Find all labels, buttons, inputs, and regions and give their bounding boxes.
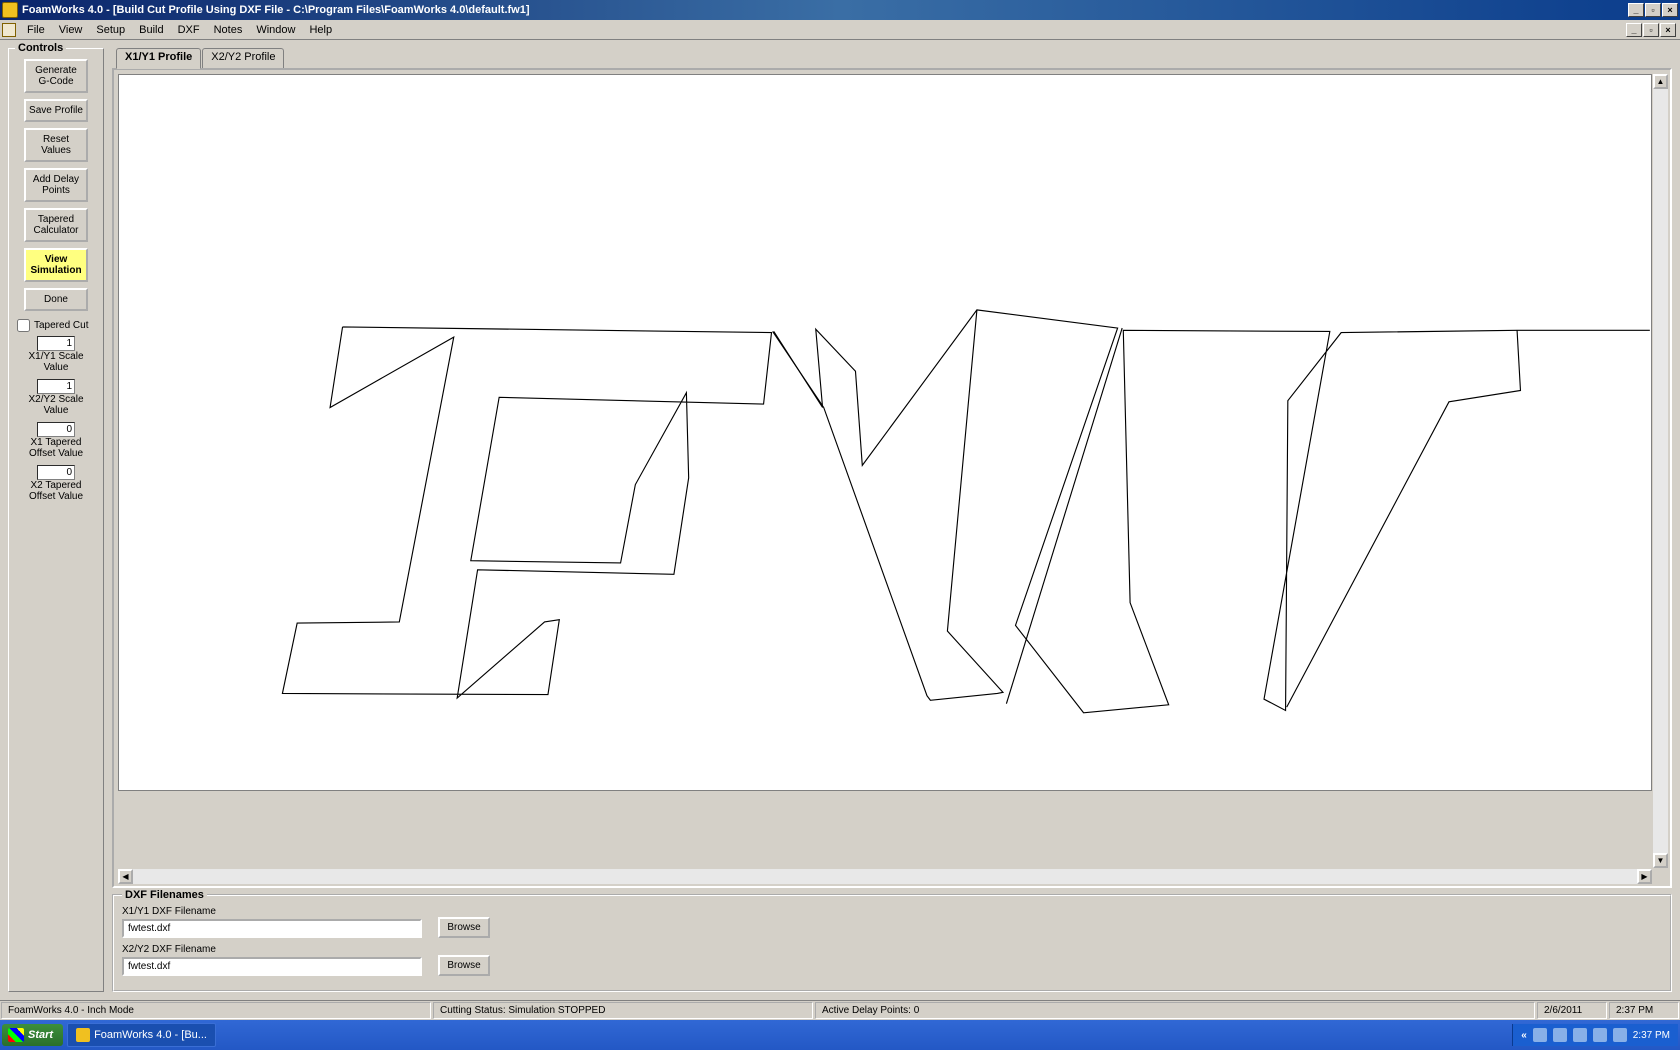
taskbar-item-icon <box>76 1028 90 1042</box>
status-cutting: Cutting Status: Simulation STOPPED <box>433 1002 813 1019</box>
taskbar: Start FoamWorks 4.0 - [Bu... « 2:37 PM <box>0 1020 1680 1050</box>
windows-flag-icon <box>8 1028 24 1042</box>
menu-view[interactable]: View <box>52 22 90 38</box>
x1y1-scale-label: X1/Y1 Scale Value <box>13 351 99 373</box>
status-mode: FoamWorks 4.0 - Inch Mode <box>1 1002 431 1019</box>
close-button[interactable]: × <box>1662 3 1678 17</box>
maximize-button[interactable]: ▫ <box>1645 3 1661 17</box>
menu-window[interactable]: Window <box>249 22 302 38</box>
browse-x1y1-button[interactable]: Browse <box>438 917 490 938</box>
profile-path-w <box>774 310 1650 713</box>
x2y2-dxf-input[interactable] <box>122 957 422 976</box>
canvas-inner: ▲ ▼ ◀ ▶ <box>114 70 1670 886</box>
mdi-minimize-button[interactable]: _ <box>1626 23 1642 37</box>
taskbar-item-foamworks[interactable]: FoamWorks 4.0 - [Bu... <box>67 1023 216 1047</box>
tray-chevron-icon[interactable]: « <box>1521 1030 1527 1041</box>
profile-path-w3 <box>1006 328 1122 704</box>
tab-x2y2-profile[interactable]: X2/Y2 Profile <box>202 48 284 68</box>
tapered-cut-checkbox[interactable] <box>17 319 30 332</box>
menu-notes[interactable]: Notes <box>207 22 250 38</box>
save-profile-button[interactable]: Save Profile <box>24 99 88 122</box>
x1y1-scale-input[interactable] <box>37 336 75 351</box>
tray-icon-5[interactable] <box>1613 1028 1627 1042</box>
vertical-scrollbar[interactable]: ▲ ▼ <box>1653 74 1668 868</box>
x1-tapered-offset-label: X1 Tapered Offset Value <box>13 437 99 459</box>
app-icon <box>2 2 18 18</box>
x2y2-scale-input[interactable] <box>37 379 75 394</box>
canvas-frame: ▲ ▼ ◀ ▶ <box>112 68 1672 888</box>
browse-x2y2-button[interactable]: Browse <box>438 955 490 976</box>
minimize-button[interactable]: _ <box>1628 3 1644 17</box>
x2y2-scale-label: X2/Y2 Scale Value <box>13 394 99 416</box>
tapered-cut-label: Tapered Cut <box>34 320 88 331</box>
tray-icon-4[interactable] <box>1593 1028 1607 1042</box>
tapered-cut-row: Tapered Cut <box>17 319 95 332</box>
x2-tapered-offset-label: X2 Tapered Offset Value <box>13 480 99 502</box>
menu-file[interactable]: File <box>20 22 52 38</box>
menu-dxf[interactable]: DXF <box>171 22 207 38</box>
x1y1-dxf-input[interactable] <box>122 919 422 938</box>
mdi-document-icon <box>2 23 16 37</box>
profile-path-f <box>282 327 771 698</box>
dxf-panel-legend: DXF Filenames <box>122 889 207 901</box>
tapered-calculator-button[interactable]: Tapered Calculator <box>24 208 88 242</box>
scroll-left-button[interactable]: ◀ <box>118 869 133 884</box>
controls-legend: Controls <box>15 42 66 54</box>
dxf-row-x1y1: X1/Y1 DXF Filename Browse <box>122 906 1662 938</box>
scroll-up-button[interactable]: ▲ <box>1653 74 1668 89</box>
x1y1-dxf-label: X1/Y1 DXF Filename <box>122 906 422 917</box>
tab-x1y1-profile[interactable]: X1/Y1 Profile <box>116 48 201 69</box>
tray-clock[interactable]: 2:37 PM <box>1633 1030 1670 1041</box>
profile-tabs: X1/Y1 Profile X2/Y2 Profile <box>112 48 1672 68</box>
tray-icon-2[interactable] <box>1553 1028 1567 1042</box>
scroll-down-button[interactable]: ▼ <box>1653 853 1668 868</box>
statusbar: FoamWorks 4.0 - Inch Mode Cutting Status… <box>0 1000 1680 1020</box>
system-tray: « 2:37 PM <box>1512 1024 1678 1046</box>
mdi-window-controls: _ ▫ × <box>1626 23 1676 37</box>
mdi-close-button[interactable]: × <box>1660 23 1676 37</box>
profile-path-w4 <box>1287 330 1521 707</box>
scroll-track-v[interactable] <box>1653 89 1668 853</box>
tray-icon-3[interactable] <box>1573 1028 1587 1042</box>
done-button[interactable]: Done <box>24 288 88 311</box>
horizontal-scrollbar[interactable]: ◀ ▶ <box>118 869 1652 884</box>
right-panel: X1/Y1 Profile X2/Y2 Profile ▲ ▼ ◀ <box>112 48 1672 992</box>
mdi-restore-button[interactable]: ▫ <box>1643 23 1659 37</box>
menu-setup[interactable]: Setup <box>89 22 132 38</box>
taskbar-item-label: FoamWorks 4.0 - [Bu... <box>94 1029 207 1041</box>
dxf-filenames-panel: DXF Filenames X1/Y1 DXF Filename Browse … <box>112 894 1672 992</box>
reset-values-button[interactable]: Reset Values <box>24 128 88 162</box>
view-simulation-button[interactable]: View Simulation <box>24 248 88 282</box>
scroll-track-h[interactable] <box>133 869 1637 884</box>
controls-panel: Controls Generate G-Code Save Profile Re… <box>8 48 104 992</box>
x2y2-dxf-label: X2/Y2 DXF Filename <box>122 944 422 955</box>
status-date: 2/6/2011 <box>1537 1002 1607 1019</box>
titlebar: FoamWorks 4.0 - [Build Cut Profile Using… <box>0 0 1680 20</box>
status-time: 2:37 PM <box>1609 1002 1679 1019</box>
titlebar-text: FoamWorks 4.0 - [Build Cut Profile Using… <box>22 4 1628 16</box>
profile-path-w2 <box>773 310 1003 700</box>
add-delay-points-button[interactable]: Add Delay Points <box>24 168 88 202</box>
start-label: Start <box>28 1029 53 1041</box>
x1-tapered-offset-input[interactable] <box>37 422 75 437</box>
start-button[interactable]: Start <box>2 1024 63 1046</box>
dxf-row-x2y2: X2/Y2 DXF Filename Browse <box>122 944 1662 976</box>
tray-icon-1[interactable] <box>1533 1028 1547 1042</box>
window-controls: _ ▫ × <box>1628 3 1678 17</box>
profile-canvas[interactable] <box>118 74 1652 791</box>
x2-tapered-offset-input[interactable] <box>37 465 75 480</box>
menu-build[interactable]: Build <box>132 22 170 38</box>
menu-help[interactable]: Help <box>302 22 339 38</box>
scroll-right-button[interactable]: ▶ <box>1637 869 1652 884</box>
status-delay-points: Active Delay Points: 0 <box>815 1002 1535 1019</box>
menubar: File View Setup Build DXF Notes Window H… <box>0 20 1680 40</box>
generate-gcode-button[interactable]: Generate G-Code <box>24 59 88 93</box>
main-area: Controls Generate G-Code Save Profile Re… <box>0 40 1680 1000</box>
